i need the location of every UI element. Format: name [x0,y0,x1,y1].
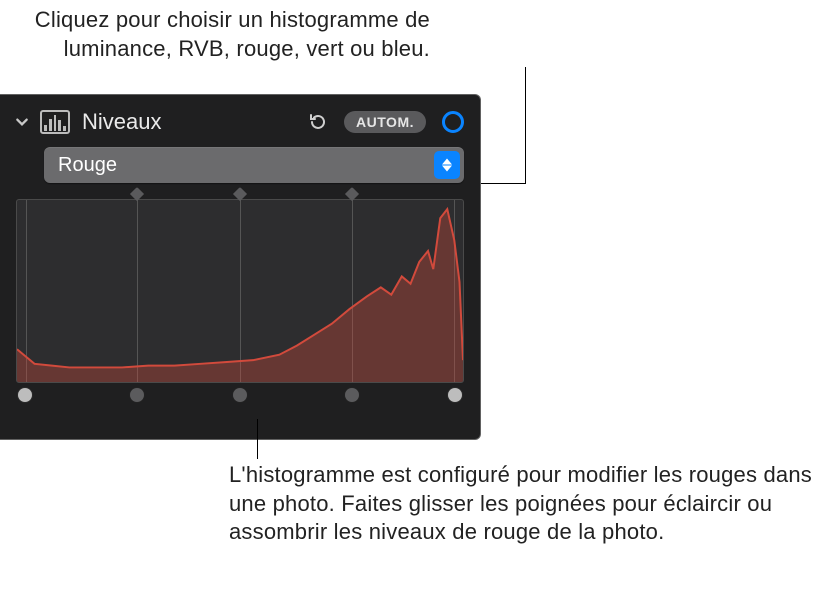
histogram-area [16,193,464,409]
leader-line [257,419,258,459]
channel-dropdown[interactable]: Rouge [44,147,464,183]
levels-handle-black-point[interactable] [18,388,32,402]
histogram-box [16,199,464,383]
levels-handle-midtones[interactable] [233,388,247,402]
histogram-icon [40,110,70,134]
callout-top: Cliquez pour choisir un histogramme de l… [10,6,430,63]
histogram-plot [17,200,463,382]
panel-title: Niveaux [82,109,300,135]
dropdown-stepper-icon [434,151,460,179]
panel-header: Niveaux AUTOM. [0,95,480,149]
levels-panel: Niveaux AUTOM. Rouge [0,94,481,440]
levels-handle-white-point[interactable] [448,388,462,402]
leader-line [525,67,526,184]
auto-button[interactable]: AUTOM. [344,111,426,133]
callout-bottom: L'histogramme est configuré pour modifie… [229,461,819,547]
disclosure-chevron-icon[interactable] [12,112,32,132]
leader-line [479,183,526,184]
levels-handle-highlights[interactable] [345,388,359,402]
levels-slider-track[interactable] [16,389,464,401]
enable-toggle-icon[interactable] [442,111,464,133]
levels-handle-shadows[interactable] [130,388,144,402]
reset-icon[interactable] [308,112,328,132]
channel-dropdown-label: Rouge [58,154,434,177]
